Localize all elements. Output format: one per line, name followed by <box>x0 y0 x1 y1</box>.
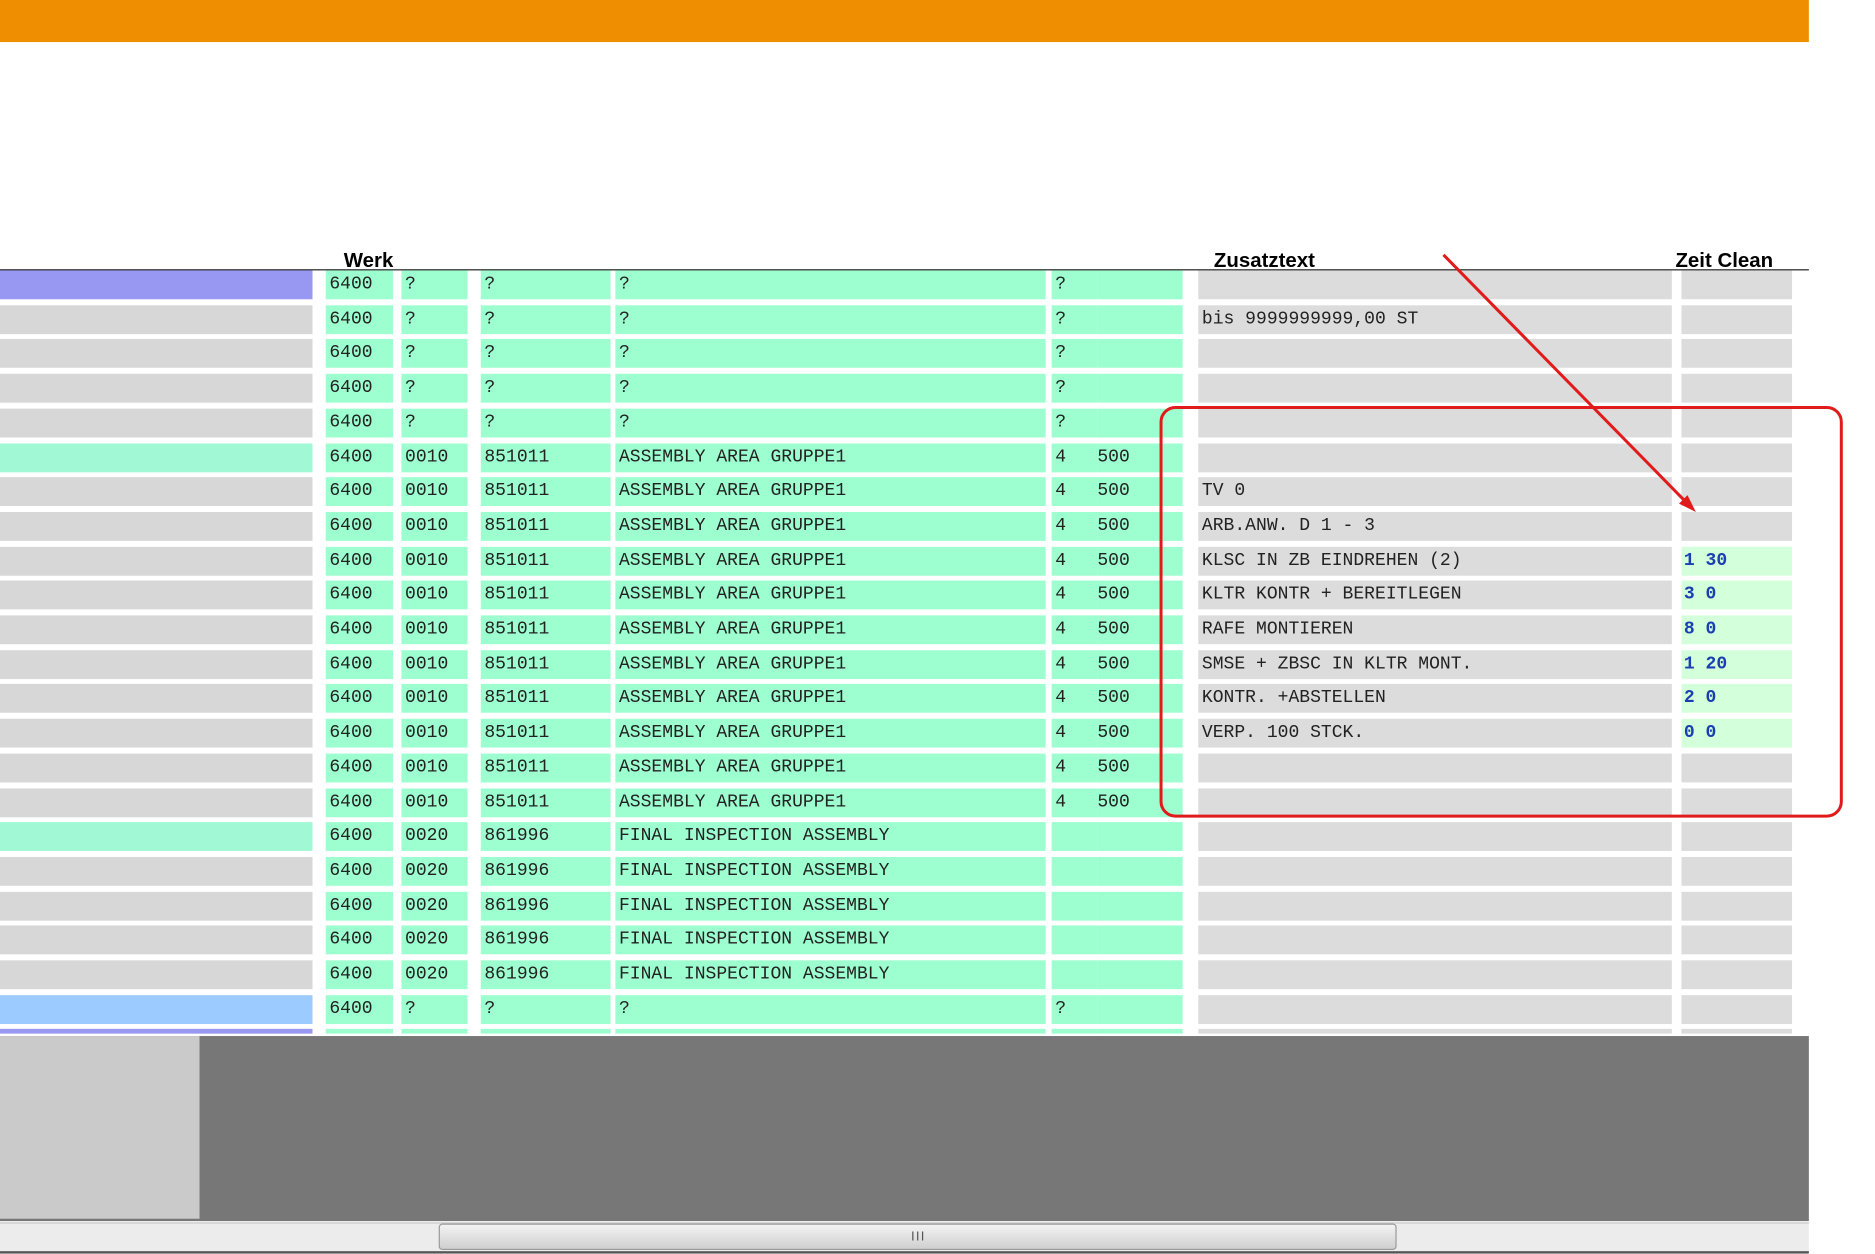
highlight-box <box>1159 405 1843 818</box>
screen: Werk Zusatztext Zeit Clean 6400???? 6400?… <box>0 0 1875 1254</box>
scrollbar-bottom-edge <box>0 1251 1809 1254</box>
annotation-overlay <box>1159 253 1843 818</box>
annotation-arrow-line <box>1442 253 1690 506</box>
